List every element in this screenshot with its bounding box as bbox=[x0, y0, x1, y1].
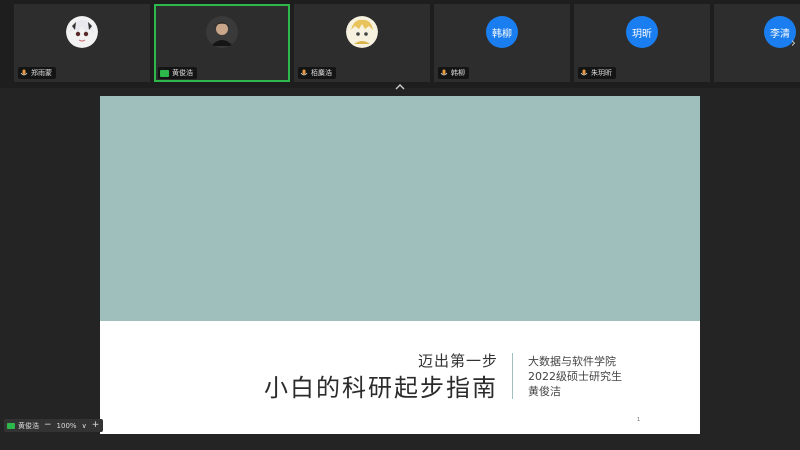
chevron-up-icon[interactable] bbox=[393, 83, 407, 91]
text-avatar: 玥昕 bbox=[626, 16, 658, 49]
slide-author-info: 大数据与软件学院 2022级硕士研究生 黄俊洁 bbox=[528, 354, 622, 399]
participant-namebar: 黄俊浩 bbox=[158, 67, 197, 79]
mic-icon bbox=[580, 69, 588, 75]
participant-tile-active[interactable]: 黄俊浩 bbox=[154, 4, 290, 82]
participant-namebar: 郑雨蒙 bbox=[18, 67, 56, 79]
participant-tile[interactable]: 栢麋浩 bbox=[294, 4, 430, 82]
mic-icon bbox=[440, 69, 448, 75]
info-line: 2022级硕士研究生 bbox=[528, 370, 622, 383]
participant-tile[interactable]: 李清 bbox=[714, 4, 800, 82]
participant-tile[interactable]: 韩柳 韩柳 bbox=[434, 4, 570, 82]
text-avatar: 韩柳 bbox=[486, 16, 518, 49]
participant-namebar: 栢麋浩 bbox=[298, 67, 336, 79]
participant-namebar: 朱玥昕 bbox=[578, 67, 616, 79]
slide-title: 小白的科研起步指南 bbox=[264, 374, 498, 402]
divider bbox=[512, 353, 513, 399]
mic-icon bbox=[300, 69, 308, 75]
participant-name: 韩柳 bbox=[451, 69, 465, 77]
participant-name: 黄俊浩 bbox=[172, 69, 193, 77]
zoom-in-button[interactable]: + bbox=[92, 421, 100, 430]
camera-icon bbox=[160, 69, 169, 77]
zoom-out-button[interactable]: − bbox=[44, 421, 52, 430]
participant-tile[interactable]: 玥昕 朱玥昕 bbox=[574, 4, 710, 82]
page-number: 1 bbox=[637, 417, 641, 423]
info-line: 大数据与软件学院 bbox=[528, 355, 616, 368]
chevron-right-icon[interactable]: › bbox=[791, 36, 796, 51]
info-line: 黄俊洁 bbox=[528, 385, 561, 398]
anime-girl-avatar bbox=[66, 16, 98, 49]
chevron-down-icon[interactable]: ∨ bbox=[82, 422, 87, 430]
cartoon-avatar bbox=[346, 16, 378, 49]
self-name: 黄俊浩 bbox=[18, 421, 39, 430]
camera-icon bbox=[7, 422, 15, 429]
participant-name: 朱玥昕 bbox=[591, 69, 612, 77]
participant-name: 栢麋浩 bbox=[311, 69, 332, 77]
participant-namebar: 韩柳 bbox=[438, 67, 469, 79]
mic-icon bbox=[20, 69, 28, 75]
participant-strip: 郑雨蒙 黄俊浩 栢麋浩 韩柳 韩柳 玥昕 朱玥昕 李清 › bbox=[0, 0, 800, 91]
participant-tile[interactable]: 郑雨蒙 bbox=[14, 4, 150, 82]
participant-name: 郑雨蒙 bbox=[31, 69, 52, 77]
zoom-control: − 100% ∨ + bbox=[40, 419, 104, 432]
zoom-level[interactable]: 100% bbox=[57, 422, 77, 430]
slide-header-band bbox=[100, 96, 700, 321]
self-view-badge: 黄俊浩 bbox=[4, 419, 42, 432]
person-photo-avatar bbox=[206, 16, 238, 49]
shared-slide: 迈出第一步 小白的科研起步指南 大数据与软件学院 2022级硕士研究生 黄俊洁 … bbox=[100, 96, 700, 434]
